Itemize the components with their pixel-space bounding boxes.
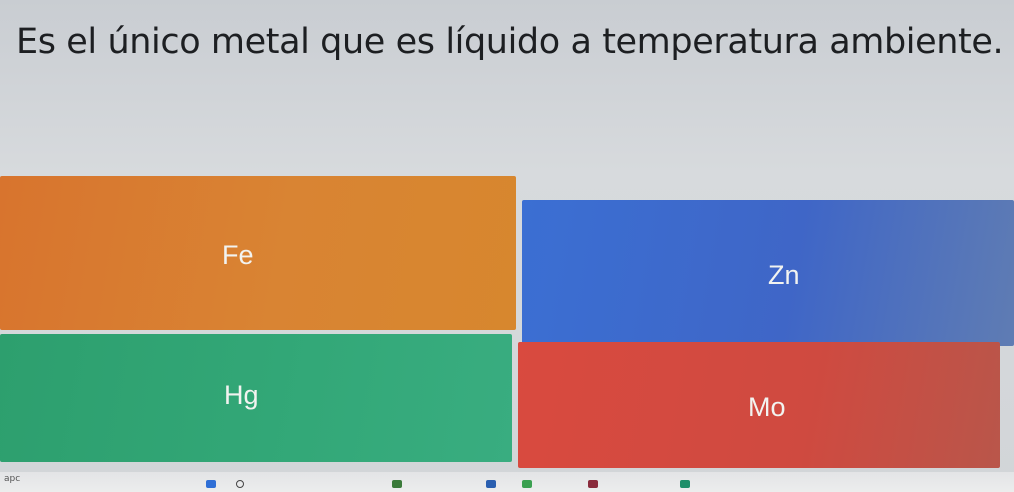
windows-icon[interactable] — [206, 480, 216, 488]
app-icon-4[interactable] — [588, 480, 598, 488]
app-icon-2[interactable] — [486, 480, 496, 488]
answer-label-fe: Fe — [222, 240, 254, 270]
answer-option-fe[interactable]: Fe — [0, 176, 516, 330]
search-icon[interactable] — [236, 480, 244, 488]
taskbar: apc — [0, 472, 1014, 492]
answer-option-hg[interactable]: Hg — [0, 334, 512, 462]
answer-option-zn[interactable]: Zn — [522, 200, 1014, 346]
taskbar-corner-text: apc — [4, 474, 21, 484]
answer-label-zn: Zn — [768, 260, 800, 290]
app-icon-1[interactable] — [392, 480, 402, 488]
answer-label-mo: Mo — [748, 392, 786, 422]
answer-option-mo[interactable]: Mo — [518, 342, 1000, 468]
answer-label-hg: Hg — [224, 380, 259, 410]
question-text: Es el único metal que es líquido a tempe… — [16, 22, 1004, 62]
app-icon-3[interactable] — [522, 480, 532, 488]
app-icon-5[interactable] — [680, 480, 690, 488]
